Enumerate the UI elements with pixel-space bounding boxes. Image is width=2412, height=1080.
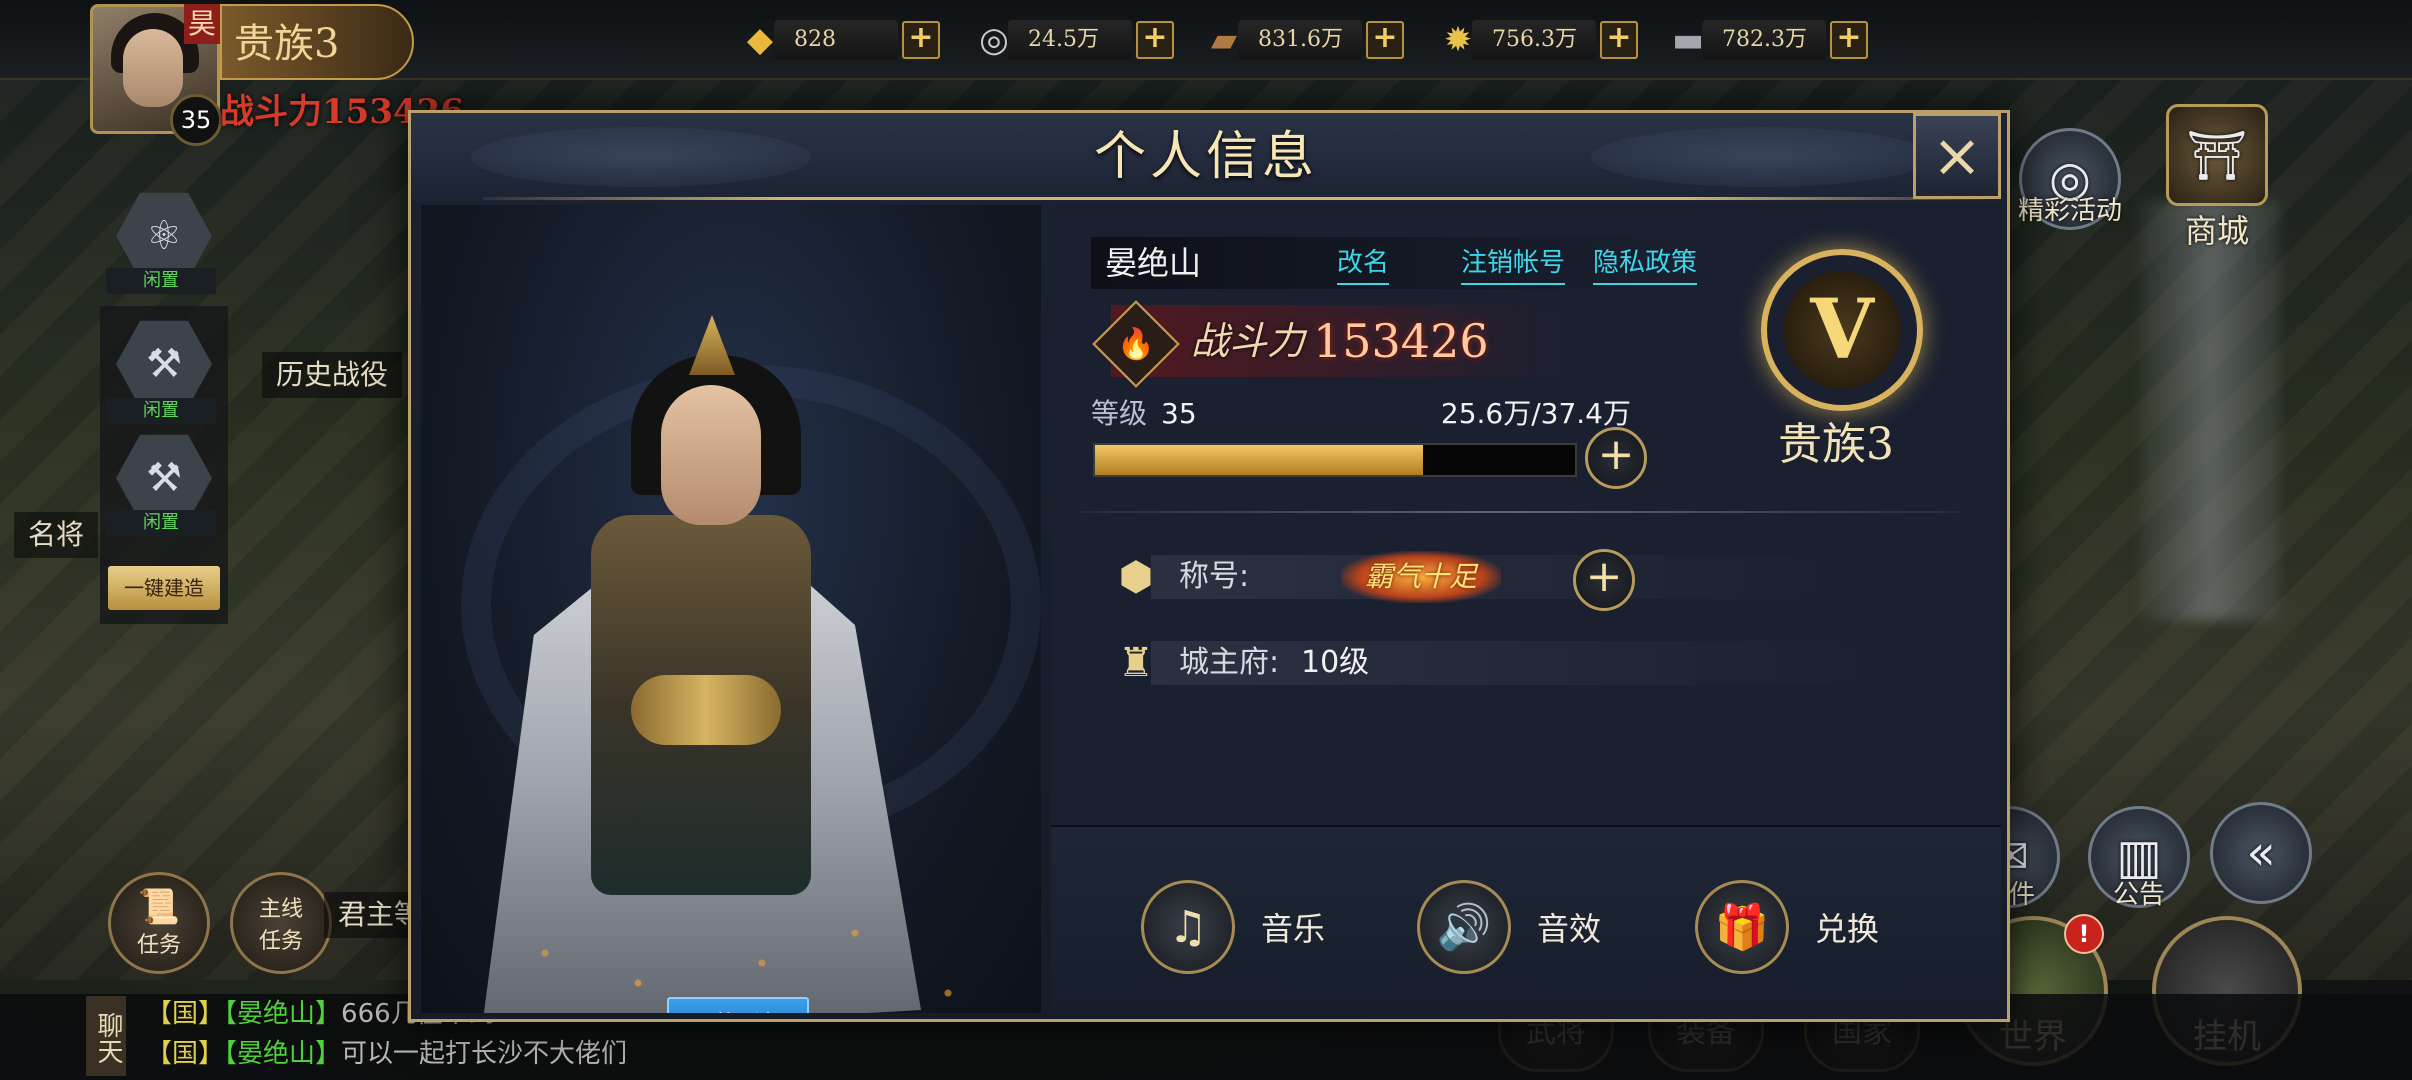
dialog-header: 个人信息 × bbox=[411, 113, 2001, 201]
settings-panel: ♫ 音乐 🔊 音效 🎁 兑换 bbox=[1051, 825, 2001, 1015]
music-button[interactable]: ♫ 音乐 bbox=[1141, 880, 1326, 974]
player-level: 35 bbox=[170, 94, 222, 146]
gift-icon: 🎁 bbox=[1695, 880, 1789, 974]
exp-progress-fill bbox=[1095, 445, 1424, 475]
player-info-panel: 晏绝山 改名 注销帐号 隐私政策 🔥 战斗力 153426 等级 35 25.6… bbox=[1051, 205, 2001, 1015]
medal-icon: ⬢ bbox=[1118, 554, 1154, 600]
world-alert-badge: ! bbox=[2064, 914, 2104, 954]
close-icon: × bbox=[1931, 121, 1983, 191]
resource-value: 24.5万 bbox=[1008, 20, 1132, 60]
add-wood-button[interactable]: + bbox=[1366, 21, 1404, 59]
title-label: 称号: bbox=[1179, 559, 1250, 594]
chat-text: 可以一起打长沙不大佬们 bbox=[341, 1039, 628, 1069]
title-row bbox=[1151, 555, 1851, 599]
section-divider bbox=[1081, 511, 1961, 513]
main-task-button[interactable]: 主线任务 bbox=[230, 872, 332, 974]
chat-channel: 【国】 bbox=[146, 999, 225, 1029]
main-task-label: 主线任务 bbox=[258, 897, 303, 954]
event-label: 精彩活动 bbox=[2018, 196, 2123, 226]
collapse-menu-button[interactable]: « bbox=[2210, 802, 2312, 904]
music-note-icon: ♫ bbox=[1141, 880, 1235, 974]
notice-label: 公告 bbox=[2112, 880, 2165, 910]
resource-gold: ◆ 828 + bbox=[732, 14, 940, 66]
idle-label: 闲置 bbox=[106, 398, 216, 424]
redeem-button[interactable]: 🎁 兑换 bbox=[1695, 880, 1880, 974]
mansion-value: 10级 bbox=[1301, 645, 1370, 680]
scroll-icon: 📜 bbox=[137, 887, 181, 927]
task-button[interactable]: 📜 任务 bbox=[108, 872, 210, 974]
level-value: 35 bbox=[1161, 397, 1197, 430]
chat-sender[interactable]: 【晏绝山】 bbox=[224, 1039, 341, 1069]
player-name: 晏绝山 bbox=[1105, 244, 1202, 282]
music-label: 音乐 bbox=[1261, 910, 1326, 948]
notice-button[interactable]: ▥ 公告 bbox=[2088, 806, 2190, 911]
chat-message: 【国】【晏绝山】可以一起打长沙不大佬们 bbox=[146, 1034, 627, 1074]
sound-effect-button[interactable]: 🔊 音效 bbox=[1417, 880, 1602, 974]
privacy-policy-link[interactable]: 隐私政策 bbox=[1593, 243, 1698, 285]
castle-icon: ♜ bbox=[1118, 640, 1154, 686]
rename-link[interactable]: 改名 bbox=[1337, 243, 1390, 285]
shop-label: 商城 bbox=[2184, 212, 2249, 250]
add-gold-button[interactable]: + bbox=[902, 21, 940, 59]
add-exp-button[interactable]: + bbox=[1585, 427, 1647, 489]
resource-wood: ▰ 831.6万 + bbox=[1196, 14, 1404, 66]
dialog-title: 个人信息 bbox=[1093, 127, 1318, 187]
history-battle-button[interactable]: 历史战役 bbox=[262, 352, 403, 398]
idle-label: 闲置 bbox=[106, 268, 216, 294]
resource-coin: ◎ 24.5万 + bbox=[966, 14, 1174, 66]
hero-belt bbox=[631, 675, 781, 745]
power-value: 153426 bbox=[1313, 314, 1489, 368]
idle-label: 闲置 bbox=[106, 510, 216, 536]
exp-text: 25.6万/37.4万 bbox=[1440, 397, 1631, 430]
personal-info-dialog: 个人信息 × 更换形象 晏绝山 改名 注销帐号 隐私政策 🔥 战斗力 15342… bbox=[408, 110, 2010, 1022]
one-click-build-button[interactable]: 一键建造 bbox=[108, 566, 220, 610]
exp-progress-bar bbox=[1093, 443, 1577, 477]
noble-emblem-icon[interactable]: V bbox=[1761, 249, 1923, 411]
add-grain-button[interactable]: + bbox=[1600, 21, 1638, 59]
chat-tab[interactable]: 聊天 bbox=[86, 996, 126, 1076]
resource-iron: ▬ 782.3万 + bbox=[1660, 14, 1868, 66]
hero-face bbox=[661, 385, 761, 525]
add-iron-button[interactable]: + bbox=[1830, 21, 1868, 59]
resource-grain: ✹ 756.3万 + bbox=[1430, 14, 1638, 66]
noble-rank-label: 贵族3 bbox=[1778, 419, 1894, 470]
chat-sender[interactable]: 【晏绝山】 bbox=[224, 999, 341, 1029]
ember-particles bbox=[421, 813, 1041, 1013]
avatar-face bbox=[123, 29, 183, 107]
change-appearance-button[interactable]: 更换形象 bbox=[667, 997, 809, 1013]
resource-value: 782.3万 bbox=[1702, 20, 1826, 60]
redeem-label: 兑换 bbox=[1815, 910, 1880, 948]
task-label: 任务 bbox=[136, 933, 181, 958]
nation-tag: 昊 bbox=[184, 4, 220, 44]
speaker-icon: 🔊 bbox=[1417, 880, 1511, 974]
event-button[interactable]: ◎ 精彩活动 bbox=[2018, 128, 2123, 230]
shop-button[interactable]: ⛩ 商城 bbox=[2166, 104, 2268, 252]
cancel-account-link[interactable]: 注销帐号 bbox=[1461, 243, 1566, 285]
resource-value: 831.6万 bbox=[1238, 20, 1362, 60]
resource-value: 828 bbox=[774, 20, 898, 60]
mansion-label: 城主府: bbox=[1179, 645, 1280, 680]
add-title-button[interactable]: + bbox=[1573, 549, 1635, 611]
level-label: 等级 bbox=[1091, 397, 1148, 430]
add-coin-button[interactable]: + bbox=[1136, 21, 1174, 59]
hero-crown bbox=[689, 315, 735, 375]
noble-rank-badge[interactable]: 贵族3 bbox=[220, 4, 414, 80]
chat-channel: 【国】 bbox=[146, 1039, 225, 1069]
sound-label: 音效 bbox=[1537, 910, 1602, 948]
header-divider bbox=[483, 197, 1983, 200]
title-badge[interactable]: 霸气十足 bbox=[1341, 551, 1501, 603]
double-chevron-left-icon: « bbox=[2210, 802, 2312, 904]
power-label: 战斗力 bbox=[1191, 319, 1306, 363]
character-portrait: 更换形象 bbox=[421, 205, 1041, 1013]
pagoda-icon: ⛩ bbox=[2166, 104, 2268, 206]
resource-value: 756.3万 bbox=[1472, 20, 1596, 60]
close-button[interactable]: × bbox=[1913, 113, 2001, 199]
famous-general-button[interactable]: 名将 bbox=[14, 512, 99, 558]
